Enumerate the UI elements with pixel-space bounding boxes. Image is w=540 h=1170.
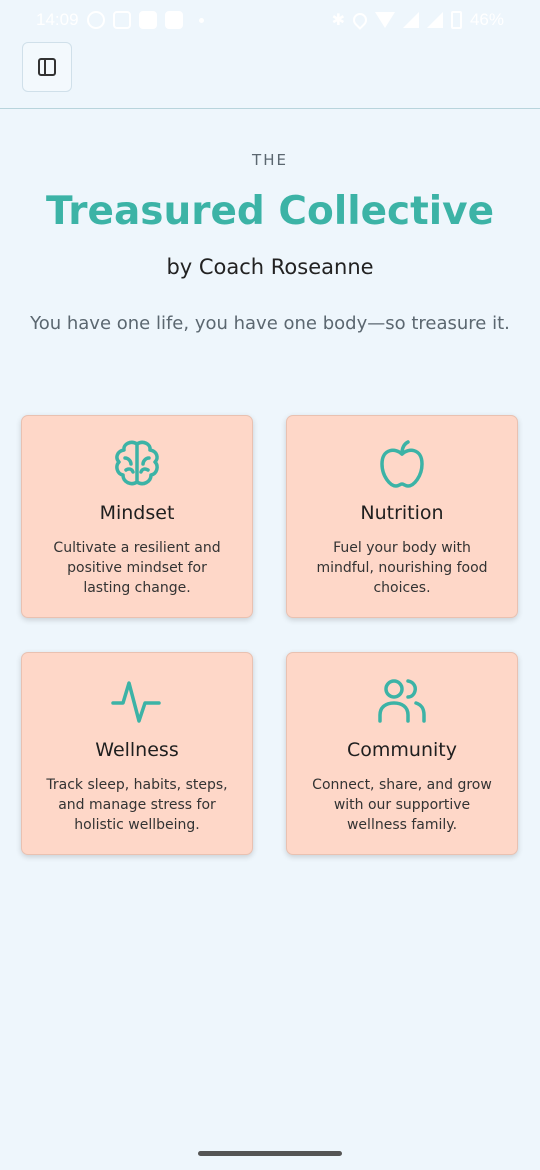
bluetooth-icon: ✱: [331, 12, 345, 29]
notification-dot-icon: [198, 17, 204, 23]
card-title: Mindset: [99, 502, 175, 524]
card-description: Connect, share, and grow with our suppor…: [312, 777, 492, 833]
signal-icon: [402, 12, 419, 28]
feature-card-wellness[interactable]: Wellness Track sleep, habits, steps, and…: [21, 652, 253, 855]
feature-card-community[interactable]: Community Connect, share, and grow with …: [286, 652, 518, 855]
users-icon: [378, 679, 426, 723]
card-title: Nutrition: [360, 502, 444, 524]
feature-card-mindset[interactable]: Mindset Cultivate a resilient and positi…: [21, 415, 253, 618]
gmail-icon: [112, 11, 131, 29]
home-indicator[interactable]: [198, 1151, 342, 1156]
tagline: You have one life, you have one body—so …: [30, 313, 510, 334]
status-left: 14:09: [36, 10, 204, 30]
hero-eyebrow: THE: [252, 151, 288, 169]
youtube-icon: [138, 11, 157, 29]
app-header: [0, 40, 540, 109]
battery-percent: 46%: [469, 10, 504, 29]
card-title: Community: [347, 739, 457, 761]
status-bar: 14:09 ✱ 46%: [0, 0, 540, 40]
apple-icon: [380, 440, 424, 488]
page-title: Treasured Collective: [45, 189, 495, 234]
youtube-icon-2: [164, 11, 183, 29]
hero-section: THE Treasured Collective by Coach Rosean…: [0, 148, 540, 340]
sidebar-toggle-icon: [38, 58, 56, 76]
whatsapp-icon: [86, 11, 105, 29]
status-right: ✱ 46%: [332, 10, 504, 30]
battery-icon: [450, 11, 462, 29]
activity-icon: [111, 681, 161, 723]
wifi-icon: [374, 12, 395, 28]
feature-card-nutrition[interactable]: Nutrition Fuel your body with mindful, n…: [286, 415, 518, 618]
page-subtitle: by Coach Roseanne: [166, 255, 374, 279]
card-title: Wellness: [95, 739, 179, 761]
signal-icon-2: [426, 12, 443, 28]
brain-icon: [115, 440, 159, 486]
card-description: Cultivate a resilient and positive minds…: [53, 540, 221, 596]
location-icon: [350, 10, 370, 30]
card-description: Track sleep, habits, steps, and manage s…: [46, 777, 228, 833]
sidebar-toggle-button[interactable]: [22, 42, 72, 92]
status-time: 14:09: [36, 10, 79, 29]
card-description: Fuel your body with mindful, nourishing …: [316, 540, 488, 596]
